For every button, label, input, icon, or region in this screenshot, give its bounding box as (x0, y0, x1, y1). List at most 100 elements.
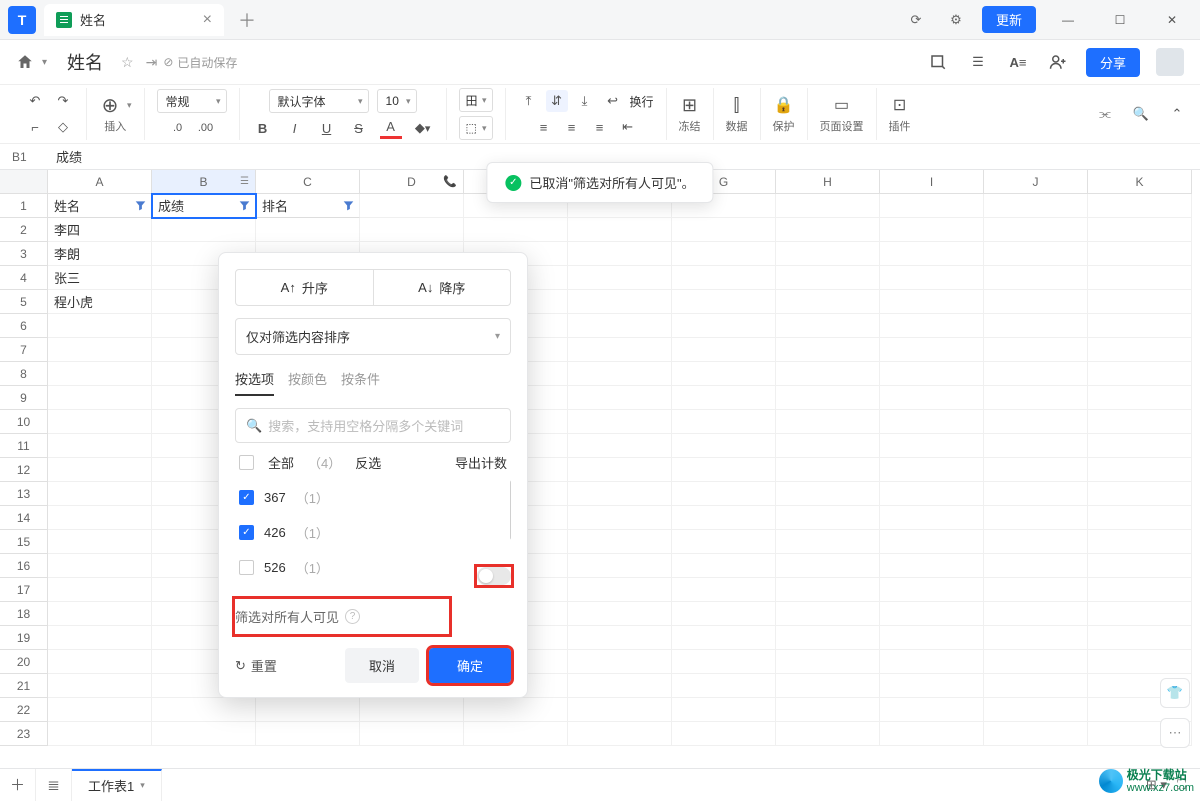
cell[interactable] (984, 626, 1088, 650)
theme-icon[interactable]: 👕 (1160, 678, 1190, 708)
cell[interactable] (48, 338, 152, 362)
sort-scope-select[interactable]: 仅对筛选内容排序 (235, 318, 511, 355)
row-header[interactable]: 7 (0, 338, 48, 362)
cell[interactable] (1088, 506, 1192, 530)
cell[interactable] (984, 338, 1088, 362)
cell[interactable] (880, 362, 984, 386)
select-all-corner[interactable] (0, 170, 48, 194)
cell[interactable] (256, 698, 360, 722)
cell[interactable] (880, 266, 984, 290)
ok-button[interactable]: 确定 (429, 648, 511, 683)
row-header[interactable]: 14 (0, 506, 48, 530)
cell[interactable] (776, 218, 880, 242)
cell[interactable] (672, 506, 776, 530)
cell[interactable]: 李朗 (48, 242, 152, 266)
row-header[interactable]: 16 (0, 554, 48, 578)
cell[interactable] (984, 290, 1088, 314)
row-header[interactable]: 19 (0, 626, 48, 650)
cell[interactable] (776, 290, 880, 314)
row-header[interactable]: 23 (0, 722, 48, 746)
cell[interactable] (464, 722, 568, 746)
cell[interactable] (880, 602, 984, 626)
text-style-icon[interactable]: A≡ (1006, 50, 1030, 74)
row-header[interactable]: 1 (0, 194, 48, 218)
sort-desc-button[interactable]: A↓降序 (374, 270, 511, 305)
cell[interactable] (672, 290, 776, 314)
cell[interactable] (776, 362, 880, 386)
cell[interactable] (48, 530, 152, 554)
indent-button[interactable]: ⇤ (617, 116, 639, 138)
cell[interactable] (568, 674, 672, 698)
cell[interactable] (1088, 602, 1192, 626)
document-tab[interactable]: 姓名 × (44, 4, 224, 36)
row-header[interactable]: 2 (0, 218, 48, 242)
cell[interactable]: 程小虎 (48, 290, 152, 314)
share-button[interactable]: 分享 (1086, 48, 1140, 77)
align-middle[interactable]: ⇵ (546, 90, 568, 112)
visible-to-all-toggle[interactable] (477, 567, 511, 585)
cell[interactable] (880, 554, 984, 578)
cell[interactable] (984, 698, 1088, 722)
cell[interactable] (48, 482, 152, 506)
wrap-button[interactable]: ↩ (602, 90, 624, 112)
cell[interactable] (880, 218, 984, 242)
italic-button[interactable]: I (284, 117, 306, 139)
cell[interactable] (1088, 218, 1192, 242)
cell[interactable] (984, 674, 1088, 698)
cell[interactable] (776, 338, 880, 362)
underline-button[interactable]: U (316, 117, 338, 139)
cell[interactable] (568, 458, 672, 482)
cell[interactable] (984, 506, 1088, 530)
cell[interactable] (568, 434, 672, 458)
cell[interactable] (984, 530, 1088, 554)
cell[interactable] (672, 530, 776, 554)
cell[interactable] (568, 650, 672, 674)
row-header[interactable]: 12 (0, 458, 48, 482)
cell[interactable] (1088, 434, 1192, 458)
cell[interactable] (880, 530, 984, 554)
cell[interactable] (672, 242, 776, 266)
row-header[interactable]: 22 (0, 698, 48, 722)
fill-color-button[interactable]: ◆▾ (412, 117, 434, 139)
search-icon[interactable]: 🔍 (1130, 103, 1152, 125)
cell[interactable] (880, 674, 984, 698)
merge-button[interactable]: ⬚ (459, 116, 493, 140)
cell[interactable] (984, 722, 1088, 746)
align-top[interactable]: ⤒ (518, 90, 540, 112)
cell[interactable] (1088, 314, 1192, 338)
user-avatar[interactable] (1156, 48, 1184, 76)
cell[interactable] (776, 482, 880, 506)
row-header[interactable]: 21 (0, 674, 48, 698)
cell[interactable]: 李四 (48, 218, 152, 242)
col-header-J[interactable]: J (984, 170, 1088, 194)
edit-mode-icon[interactable] (926, 50, 950, 74)
number-format-select[interactable]: 常规 (157, 89, 227, 113)
col-header-I[interactable]: I (880, 170, 984, 194)
select-all-checkbox[interactable] (239, 455, 254, 470)
cell[interactable] (984, 314, 1088, 338)
cell[interactable] (1088, 458, 1192, 482)
sync-icon[interactable]: ⟳ (902, 6, 930, 34)
invert-selection[interactable]: 反选 (355, 453, 381, 472)
protect-button[interactable]: 🔒 (773, 94, 795, 116)
col-header-A[interactable]: A (48, 170, 152, 194)
cell[interactable] (1088, 362, 1192, 386)
cell[interactable] (1088, 266, 1192, 290)
format-painter-button[interactable]: ⌐ (24, 116, 46, 138)
row-header[interactable]: 15 (0, 530, 48, 554)
cell[interactable] (48, 314, 152, 338)
cell[interactable] (776, 674, 880, 698)
cell[interactable] (776, 434, 880, 458)
cell[interactable] (984, 602, 1088, 626)
cell[interactable] (984, 458, 1088, 482)
cell[interactable] (672, 650, 776, 674)
cell[interactable] (880, 506, 984, 530)
cell[interactable] (48, 602, 152, 626)
row-header[interactable]: 8 (0, 362, 48, 386)
close-icon[interactable]: × (203, 11, 212, 29)
close-window-button[interactable]: ✕ (1152, 5, 1192, 35)
cell[interactable] (880, 434, 984, 458)
cell[interactable] (152, 218, 256, 242)
formula-value[interactable]: 成绩 (48, 147, 82, 166)
col-menu-icon[interactable]: ☰ (240, 176, 249, 187)
